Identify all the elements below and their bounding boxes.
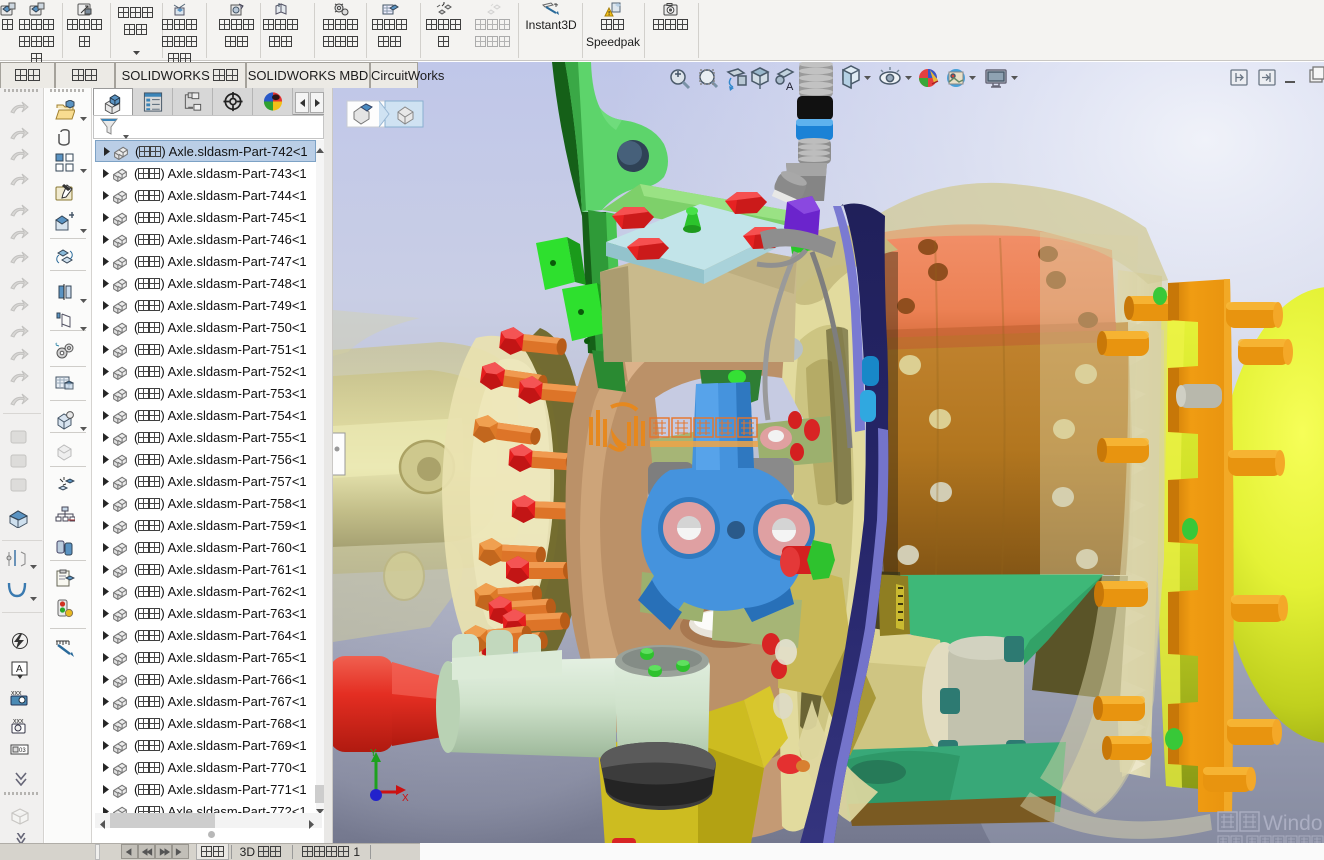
svg-text:X: X <box>402 793 409 804</box>
svg-text:A: A <box>16 664 23 675</box>
svg-text:A: A <box>786 81 794 93</box>
svg-text:Y: Y <box>370 748 377 759</box>
svg-text:03: 03 <box>19 748 26 754</box>
svg-text:Windo: Windo <box>1263 812 1323 835</box>
